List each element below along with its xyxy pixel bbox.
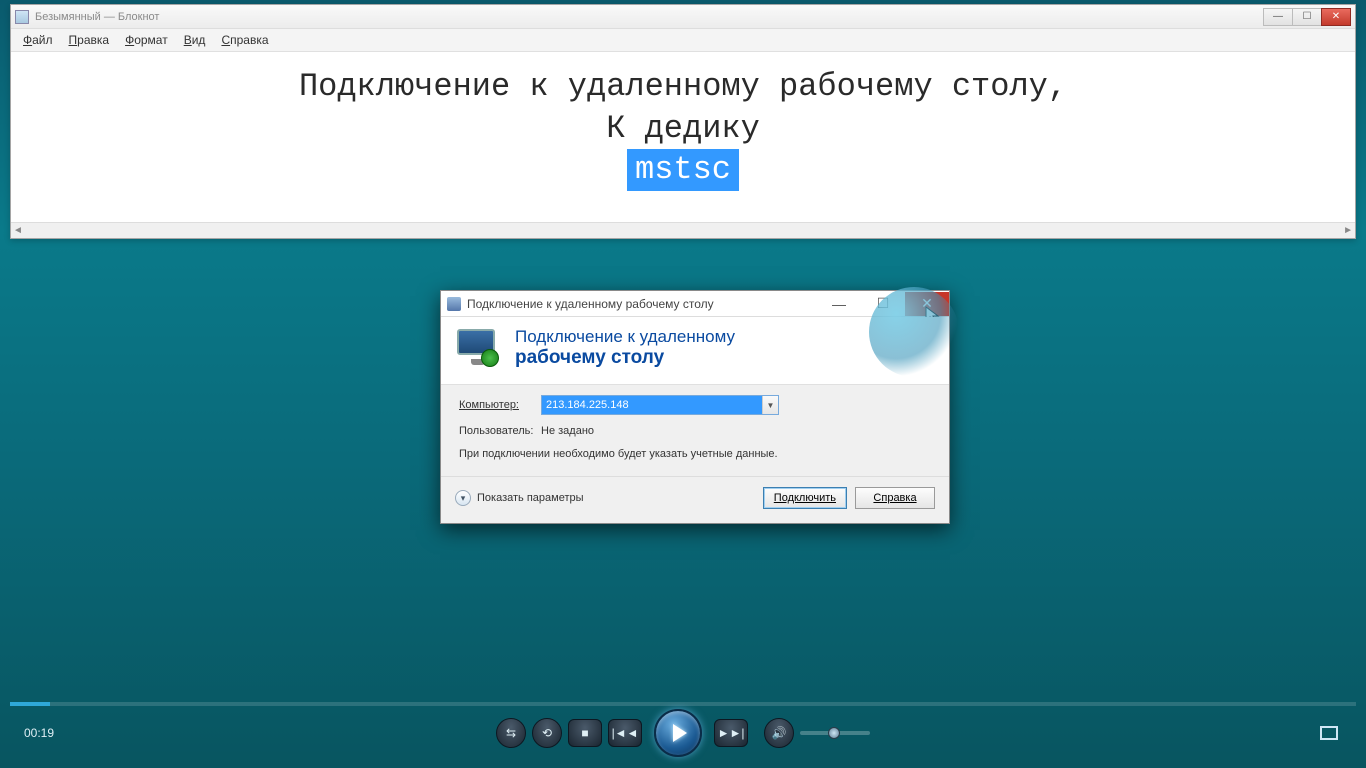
rdp-body: Компьютер: ▼ Пользователь: Не задано При…	[441, 384, 949, 476]
user-row: Пользователь: Не задано	[459, 425, 931, 437]
fullscreen-button[interactable]	[1320, 726, 1338, 740]
notepad-window: Безымянный — Блокнот — ☐ ✕ Файл Правка Ф…	[10, 4, 1356, 239]
sync-arrows-icon	[481, 349, 499, 367]
close-button[interactable]: ✕	[1321, 8, 1351, 26]
connect-button[interactable]: Подключить	[763, 487, 847, 509]
menu-view[interactable]: Вид	[178, 31, 212, 49]
computer-label: Компьютер:	[459, 399, 541, 411]
rdp-header-line1: Подключение к удаленному	[515, 327, 735, 347]
chevron-down-icon: ▾	[455, 490, 471, 506]
maximize-button[interactable]: ☐	[1292, 8, 1322, 26]
previous-button[interactable]: |◄◄	[608, 719, 642, 747]
rdp-header-line2: рабочему столу	[515, 347, 735, 370]
notepad-scrollbar-horizontal[interactable]: ◄ ►	[11, 222, 1355, 238]
show-options-label: Показать параметры	[477, 492, 584, 504]
rdp-maximize-button[interactable]: ☐	[861, 292, 905, 316]
chevron-down-icon[interactable]: ▼	[762, 396, 778, 414]
computer-combobox[interactable]: ▼	[541, 395, 779, 415]
stop-button[interactable]: ■	[568, 719, 602, 747]
play-icon	[673, 724, 687, 742]
notepad-titlebar[interactable]: Безымянный — Блокнот — ☐ ✕	[11, 5, 1355, 29]
volume-slider[interactable]	[800, 731, 870, 735]
volume-thumb[interactable]	[828, 727, 840, 739]
show-options-toggle[interactable]: ▾ Показать параметры	[455, 490, 584, 506]
progress-track[interactable]	[10, 702, 1356, 706]
player-controls: 00:19 ⇆ ⟲ ■ |◄◄ ►►| 🔊	[10, 710, 1356, 756]
rdp-footer: ▾ Показать параметры Подключить Справка	[441, 476, 949, 523]
notepad-window-controls: — ☐ ✕	[1264, 8, 1351, 26]
scroll-left-icon[interactable]: ◄	[13, 225, 23, 236]
minimize-button[interactable]: —	[1263, 8, 1293, 26]
rdp-icon	[447, 297, 461, 311]
user-label: Пользователь:	[459, 425, 541, 437]
notepad-textarea[interactable]: Подключение к удаленному рабочему столу,…	[11, 52, 1355, 222]
menu-format[interactable]: Формат	[119, 31, 174, 49]
playback-time: 00:19	[24, 726, 54, 740]
repeat-button[interactable]: ⟲	[532, 718, 562, 748]
shuffle-button[interactable]: ⇆	[496, 718, 526, 748]
notepad-title: Безымянный — Блокнот	[35, 11, 1264, 23]
notepad-selected-text: mstsc	[627, 149, 739, 191]
rdp-dialog: Подключение к удаленному рабочему столу …	[440, 290, 950, 524]
next-button[interactable]: ►►|	[714, 719, 748, 747]
rdp-header: Подключение к удаленному рабочему столу	[441, 317, 949, 384]
rdp-title: Подключение к удаленному рабочему столу	[467, 297, 817, 311]
menu-help[interactable]: Справка	[215, 31, 274, 49]
rdp-header-text: Подключение к удаленному рабочему столу	[515, 327, 735, 370]
help-button[interactable]: Справка	[855, 487, 935, 509]
media-player-bar: 00:19 ⇆ ⟲ ■ |◄◄ ►►| 🔊	[10, 702, 1356, 762]
notepad-menubar: Файл Правка Формат Вид Справка	[11, 29, 1355, 52]
scroll-right-icon[interactable]: ►	[1343, 225, 1353, 236]
rdp-header-icon	[457, 329, 503, 369]
notepad-line1: Подключение к удаленному рабочему столу,	[299, 68, 1067, 105]
notepad-line2: К дедику	[606, 110, 760, 147]
computer-input[interactable]	[542, 396, 762, 414]
progress-fill	[10, 702, 50, 706]
volume-control: 🔊	[764, 718, 870, 748]
credentials-note: При подключении необходимо будет указать…	[459, 447, 931, 462]
notepad-icon	[15, 10, 29, 24]
rdp-titlebar[interactable]: Подключение к удаленному рабочему столу …	[441, 291, 949, 317]
rdp-minimize-button[interactable]: —	[817, 292, 861, 316]
rdp-close-button[interactable]: ✕	[905, 292, 949, 316]
menu-edit[interactable]: Правка	[63, 31, 116, 49]
play-button[interactable]	[654, 709, 702, 757]
menu-file[interactable]: Файл	[17, 31, 59, 49]
mute-button[interactable]: 🔊	[764, 718, 794, 748]
computer-row: Компьютер: ▼	[459, 395, 931, 415]
user-value: Не задано	[541, 425, 594, 437]
